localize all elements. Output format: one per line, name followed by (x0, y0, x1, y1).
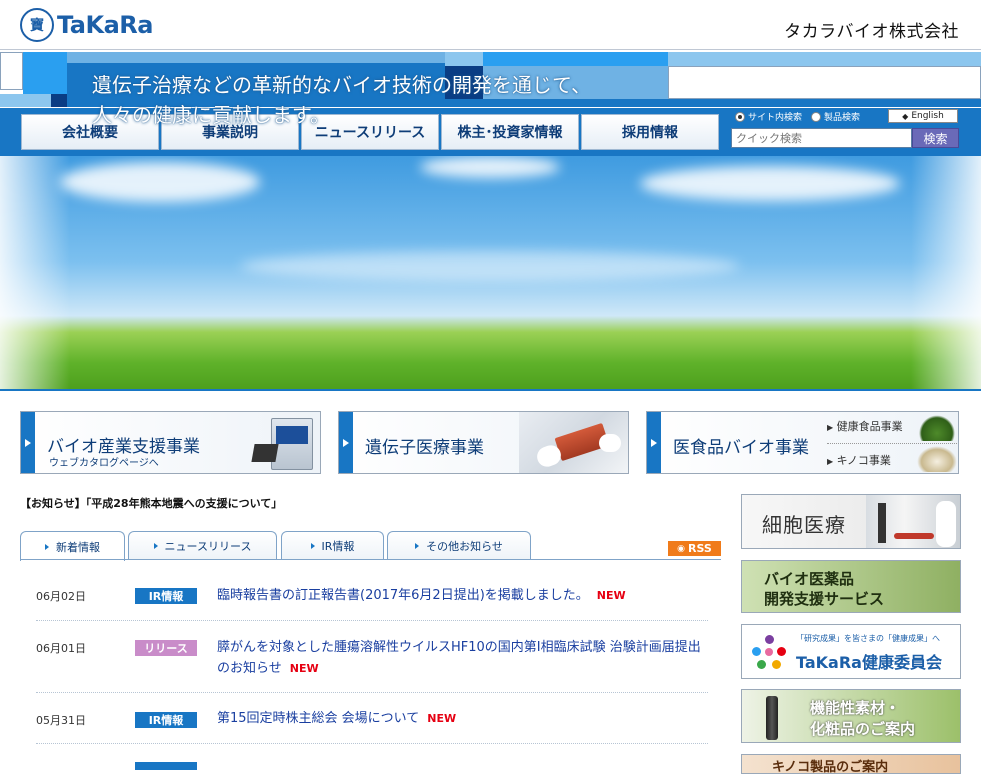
tab-arrow-icon (415, 543, 420, 549)
bio-industry-banner[interactable]: バイオ産業支援事業 ウェブカタログページへ (20, 411, 321, 474)
cell-therapy-label: 細胞医療 (762, 513, 846, 537)
rss-icon: ◉ (677, 543, 686, 554)
english-link[interactable]: ◆ English (888, 109, 958, 123)
english-label: English (911, 111, 944, 121)
logo-text: TaKaRa (57, 11, 153, 39)
tab-news-release[interactable]: ニュースリリース (128, 531, 277, 560)
tab-ir-info[interactable]: IR情報 (281, 531, 384, 560)
news-text[interactable]: 第15回定時株主総会 会場について NEW (217, 708, 707, 729)
news-text[interactable]: 臨時報告書の訂正報告書(2017年6月2日提出)を掲載しました。 NEW (217, 585, 707, 606)
gene-medicine-title: 遺伝子医療事業 (365, 438, 484, 458)
functional-materials-banner[interactable]: 機能性素材・ 化粧品のご案内 (741, 689, 961, 743)
takara-logo[interactable]: 寶 TaKaRa (20, 8, 153, 42)
functional-line-2: 化粧品のご案内 (810, 720, 916, 738)
health-food-label: 健康食品事業 (836, 420, 903, 433)
biopharma-support-banner[interactable]: バイオ医薬品 開発支援サービス (741, 560, 961, 613)
gene-medicine-banner[interactable]: 遺伝子医療事業 (338, 411, 629, 474)
news-item[interactable]: 05月31日 IR情報 第15回定時株主総会 会場について NEW (36, 693, 708, 744)
bullet-icon: ◆ (902, 111, 909, 121)
mushroom-label: キノコ事業 (836, 454, 891, 467)
health-committee-title: TaKaRa健康委員会 (796, 653, 942, 672)
logo-mark-icon: 寶 (20, 8, 54, 42)
news-category-badge (135, 762, 197, 770)
biopharma-line-1: バイオ医薬品 (764, 570, 855, 588)
rss-button[interactable]: ◉ RSS (668, 541, 721, 556)
health-food-link[interactable]: ▶ 健康食品事業 (827, 418, 903, 434)
news-item-partial[interactable] (36, 744, 708, 774)
lab-image (866, 495, 960, 548)
flower-logo-icon (752, 635, 786, 669)
tab-label: その他お知らせ (426, 540, 503, 553)
rss-label: RSS (688, 542, 712, 555)
news-date: 06月02日 (36, 590, 86, 603)
new-badge: NEW (427, 712, 457, 725)
news-item[interactable]: 06月01日 リリース 膵がんを対象とした腫瘍溶解性ウイルスHF10の国内第I相… (36, 621, 708, 693)
search-button[interactable]: 検索 (912, 128, 959, 148)
mushroom-products-label: キノコ製品のご案内 (772, 760, 889, 774)
mushroom-image (917, 446, 957, 472)
search-options: サイト内検索 製品検索 (735, 110, 860, 123)
medical-food-banner[interactable]: 医食品バイオ事業 ▶ 健康食品事業 ▶ キノコ事業 (646, 411, 959, 474)
company-name: タカラバイオ株式会社 (784, 22, 959, 42)
hero-divider (0, 389, 981, 391)
radio-product-search[interactable] (811, 111, 822, 122)
news-category-badge: IR情報 (135, 712, 197, 728)
mushroom-link[interactable]: ▶ キノコ事業 (827, 452, 891, 468)
new-badge: NEW (289, 662, 319, 675)
news-item[interactable]: 06月02日 IR情報 臨時報告書の訂正報告書(2017年6月2日提出)を掲載し… (36, 570, 708, 621)
tab-label: IR情報 (321, 540, 355, 553)
news-date: 05月31日 (36, 714, 86, 727)
cell-therapy-banner[interactable]: 細胞医療 (741, 494, 961, 549)
sprout-image (919, 415, 955, 441)
hero-banner (0, 156, 981, 391)
triangle-icon: ▶ (827, 457, 834, 466)
hero-tagline: 遺伝子治療などの革新的なバイオ技術の開発を通じて、 人々の健康に貢献します。 (92, 70, 591, 130)
tab-label: 新着情報 (56, 540, 100, 554)
medical-food-title: 医食品バイオ事業 (673, 438, 809, 458)
arrow-icon (339, 412, 353, 473)
lab-hands-image (519, 412, 628, 473)
news-title: 臨時報告書の訂正報告書(2017年6月2日提出)を掲載しました。 (217, 588, 589, 603)
tab-arrow-icon (153, 543, 158, 549)
bottle-image (766, 696, 778, 740)
health-committee-banner[interactable]: 「研究成果」を皆さまの「健康成果」へ TaKaRa健康委員会 (741, 624, 961, 679)
tab-other-notices[interactable]: その他お知らせ (387, 531, 531, 560)
instrument-image (251, 416, 315, 472)
quick-search-input[interactable] (731, 128, 912, 148)
link-divider (827, 443, 957, 444)
tab-whats-new[interactable]: 新着情報 (20, 531, 125, 561)
news-date: 06月01日 (36, 642, 86, 655)
hero-line-1: 遺伝子治療などの革新的なバイオ技術の開発を通じて、 (92, 73, 591, 97)
nav-recruit[interactable]: 採用情報 (581, 114, 719, 150)
hero-line-2: 人々の健康に貢献します。 (92, 103, 330, 127)
notice-link[interactable]: 【お知らせ】「平成28年熊本地震への支援について」 (20, 495, 282, 511)
biopharma-line-2: 開発支援サービス (764, 590, 885, 608)
tab-label: ニュースリリース (164, 540, 252, 553)
new-badge: NEW (596, 589, 626, 602)
news-category-badge: IR情報 (135, 588, 197, 604)
news-title: 第15回定時株主総会 会場について (217, 711, 420, 726)
mushroom-products-banner[interactable]: キノコ製品のご案内 (741, 754, 961, 774)
radio-site-search[interactable] (735, 111, 745, 122)
news-category-badge: リリース (135, 640, 197, 656)
tab-underline (20, 559, 721, 560)
tab-arrow-icon (310, 543, 315, 549)
functional-line-1: 機能性素材・ (810, 699, 901, 717)
health-committee-tagline: 「研究成果」を皆さまの「健康成果」へ (796, 634, 940, 643)
arrow-icon (647, 412, 661, 473)
news-text[interactable]: 膵がんを対象とした腫瘍溶解性ウイルスHF10の国内第I相臨床試験 治験計画届提出… (217, 637, 707, 679)
arrow-icon (21, 412, 35, 473)
tab-arrow-icon (45, 543, 49, 550)
bio-industry-sub: ウェブカタログページへ (49, 458, 159, 469)
radio-product-search-label: 製品検索 (824, 113, 861, 123)
triangle-icon: ▶ (827, 423, 834, 432)
radio-site-search-label: サイト内検索 (748, 113, 803, 123)
